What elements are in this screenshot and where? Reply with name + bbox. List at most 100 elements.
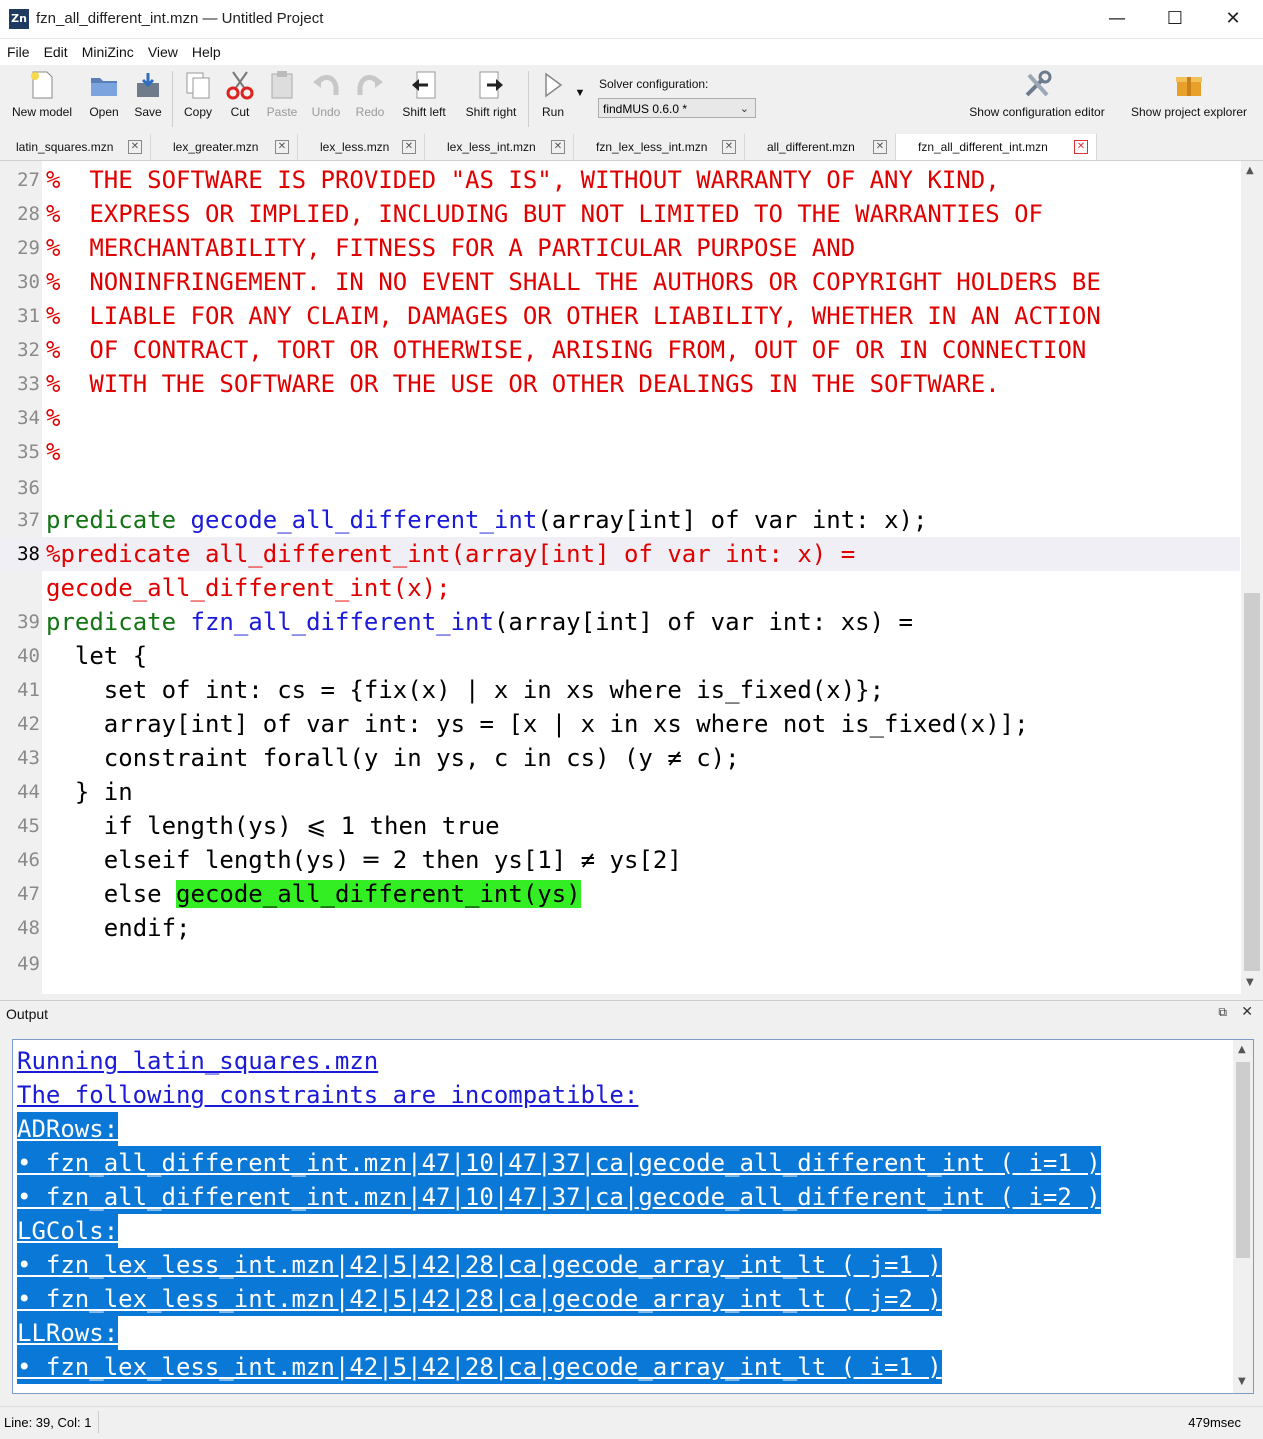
save-icon <box>137 73 159 97</box>
close-icon[interactable]: ✕ <box>402 140 416 154</box>
code-line: set of int: cs = {fix(x) | x in xs where… <box>46 676 885 704</box>
tab-lex-greater[interactable]: lex_greater.mzn ✕ <box>151 134 298 160</box>
box-icon <box>1176 77 1202 96</box>
line-number: 38 <box>17 543 40 565</box>
line-number: 47 <box>17 883 40 905</box>
line-number: 44 <box>17 781 40 803</box>
copy-button[interactable]: Copy <box>178 69 218 119</box>
code-line: if length(ys) ⩽ 1 then true <box>46 812 500 840</box>
solver-configuration-select[interactable]: findMUS 0.6.0 * ⌄ <box>598 98 756 118</box>
close-icon[interactable]: ✕ <box>1074 140 1088 154</box>
toolbar-separator <box>528 71 529 127</box>
run-button[interactable]: Run <box>536 69 570 119</box>
output-line[interactable]: The following constraints are incompatib… <box>17 1078 638 1112</box>
folder-icon <box>91 78 117 96</box>
line-number: 28 <box>17 203 40 225</box>
menu-file[interactable]: File <box>0 39 37 65</box>
run-dropdown-arrow-icon[interactable]: ▼ <box>572 87 588 99</box>
line-number: 40 <box>17 645 40 667</box>
paste-button[interactable]: Paste <box>262 69 302 119</box>
code-line: let { <box>46 642 148 670</box>
tab-lex-less-int[interactable]: lex_less_int.mzn ✕ <box>425 134 574 160</box>
code-line: else gecode_all_different_int(ys) <box>46 880 581 908</box>
close-window-button[interactable]: ✕ <box>1204 0 1262 38</box>
line-number: 32 <box>17 339 40 361</box>
output-line[interactable]: LLRows: <box>17 1316 119 1350</box>
scroll-down-arrow-icon[interactable]: ▼ <box>1238 1376 1246 1387</box>
maximize-button[interactable]: ☐ <box>1146 0 1204 38</box>
scroll-up-arrow-icon[interactable]: ▲ <box>1238 1044 1246 1055</box>
line-number: 46 <box>17 849 40 871</box>
output-line[interactable]: Running latin_squares.mzn <box>17 1044 378 1078</box>
line-number: 43 <box>17 747 40 769</box>
output-scrollbar[interactable]: ▲ ▼ <box>1233 1040 1253 1393</box>
line-number: 49 <box>17 953 40 975</box>
output-line[interactable]: LGCols: <box>17 1214 119 1248</box>
cursor-position: Line: 39, Col: 1 <box>4 1415 92 1430</box>
scroll-down-arrow-icon[interactable]: ▼ <box>1246 977 1254 988</box>
menu-bar: File Edit MiniZinc View Help <box>0 39 1263 65</box>
line-number: 37 <box>17 509 40 531</box>
output-link[interactable]: • fzn_lex_less_int.mzn|42|5|42|28|ca|gec… <box>17 1282 942 1316</box>
close-icon[interactable]: ✕ <box>551 140 565 154</box>
menu-edit[interactable]: Edit <box>37 39 75 65</box>
status-divider <box>98 1411 99 1433</box>
menu-help[interactable]: Help <box>185 39 228 65</box>
close-icon[interactable]: ✕ <box>722 140 736 154</box>
chevron-down-icon: ⌄ <box>739 103 749 115</box>
tools-icon <box>1025 70 1052 97</box>
line-number: 41 <box>17 679 40 701</box>
editor-scrollbar[interactable]: ▲ ▼ <box>1241 161 1263 994</box>
tab-all-different[interactable]: all_different.mzn ✕ <box>745 134 896 160</box>
tab-lex-less[interactable]: lex_less.mzn ✕ <box>298 134 425 160</box>
open-button[interactable]: Open <box>84 69 124 119</box>
status-bar: Line: 39, Col: 1 479msec <box>0 1406 1263 1439</box>
undo-arrow-icon <box>313 75 339 95</box>
cut-button[interactable]: Cut <box>220 69 260 119</box>
scrollbar-thumb[interactable] <box>1244 593 1260 971</box>
close-icon[interactable]: ✕ <box>128 140 142 154</box>
tab-fzn-all-different-int[interactable]: fzn_all_different_int.mzn ✕ <box>896 134 1097 160</box>
undock-icon[interactable]: ⧉ <box>1218 1005 1227 1020</box>
tab-fzn-lex-less-int[interactable]: fzn_lex_less_int.mzn ✕ <box>574 134 745 160</box>
code-line: predicate gecode_all_different_int(array… <box>46 506 928 534</box>
new-model-button[interactable]: New model <box>8 69 76 119</box>
show-project-explorer-button[interactable]: Show project explorer <box>1122 69 1256 119</box>
code-line: endif; <box>46 914 191 942</box>
output-link[interactable]: • fzn_lex_less_int.mzn|42|5|42|28|ca|gec… <box>17 1350 942 1384</box>
menu-view[interactable]: View <box>141 39 185 65</box>
undo-button[interactable]: Undo <box>306 69 346 119</box>
redo-button[interactable]: Redo <box>350 69 390 119</box>
output-link[interactable]: • fzn_all_different_int.mzn|47|10|47|37|… <box>17 1180 1101 1214</box>
code-line: % EXPRESS OR IMPLIED, INCLUDING BUT NOT … <box>46 200 1043 228</box>
output-line[interactable]: ADRows: <box>17 1112 119 1146</box>
code-line: %predicate all_different_int(array[int] … <box>46 540 856 568</box>
menu-minizinc[interactable]: MiniZinc <box>75 39 141 65</box>
code-line: elseif length(ys) ═ 2 then ys[1] ≠ ys[2] <box>46 846 682 874</box>
output-title: Output <box>6 1006 49 1022</box>
code-line: gecode_all_different_int(x); <box>46 574 451 602</box>
output-text-area[interactable]: Running latin_squares.mzn The following … <box>12 1039 1254 1394</box>
minimize-button[interactable]: — <box>1088 0 1146 38</box>
shift-right-button[interactable]: Shift right <box>460 69 522 119</box>
close-icon[interactable]: ✕ <box>873 140 887 154</box>
output-link[interactable]: • fzn_all_different_int.mzn|47|10|47|37|… <box>17 1146 1101 1180</box>
code-line: constraint forall(y in ys, c in cs) (y ≠… <box>46 744 740 772</box>
shift-left-button[interactable]: Shift left <box>396 69 452 119</box>
current-line-highlight: 38 %predicate all_different_int(array[int… <box>0 537 1240 571</box>
output-link[interactable]: • fzn_lex_less_int.mzn|42|5|42|28|ca|gec… <box>17 1248 942 1282</box>
line-number: 48 <box>17 917 40 939</box>
tab-latin-squares[interactable]: latin_squares.mzn ✕ <box>0 134 151 160</box>
show-configuration-editor-button[interactable]: Show configuration editor <box>960 69 1114 119</box>
scroll-up-arrow-icon[interactable]: ▲ <box>1246 165 1254 176</box>
close-icon[interactable]: ✕ <box>275 140 289 154</box>
code-line: } in <box>46 778 133 806</box>
redo-arrow-icon <box>357 75 383 95</box>
code-editor[interactable]: 27 % THE SOFTWARE IS PROVIDED "AS IS", WI… <box>0 161 1263 994</box>
line-number: 30 <box>17 271 40 293</box>
code-line: predicate fzn_all_different_int(array[in… <box>46 608 913 636</box>
save-button[interactable]: Save <box>128 69 168 119</box>
scrollbar-thumb[interactable] <box>1236 1062 1250 1258</box>
line-number: 34 <box>17 407 40 429</box>
close-panel-icon[interactable]: ✕ <box>1241 1004 1253 1020</box>
